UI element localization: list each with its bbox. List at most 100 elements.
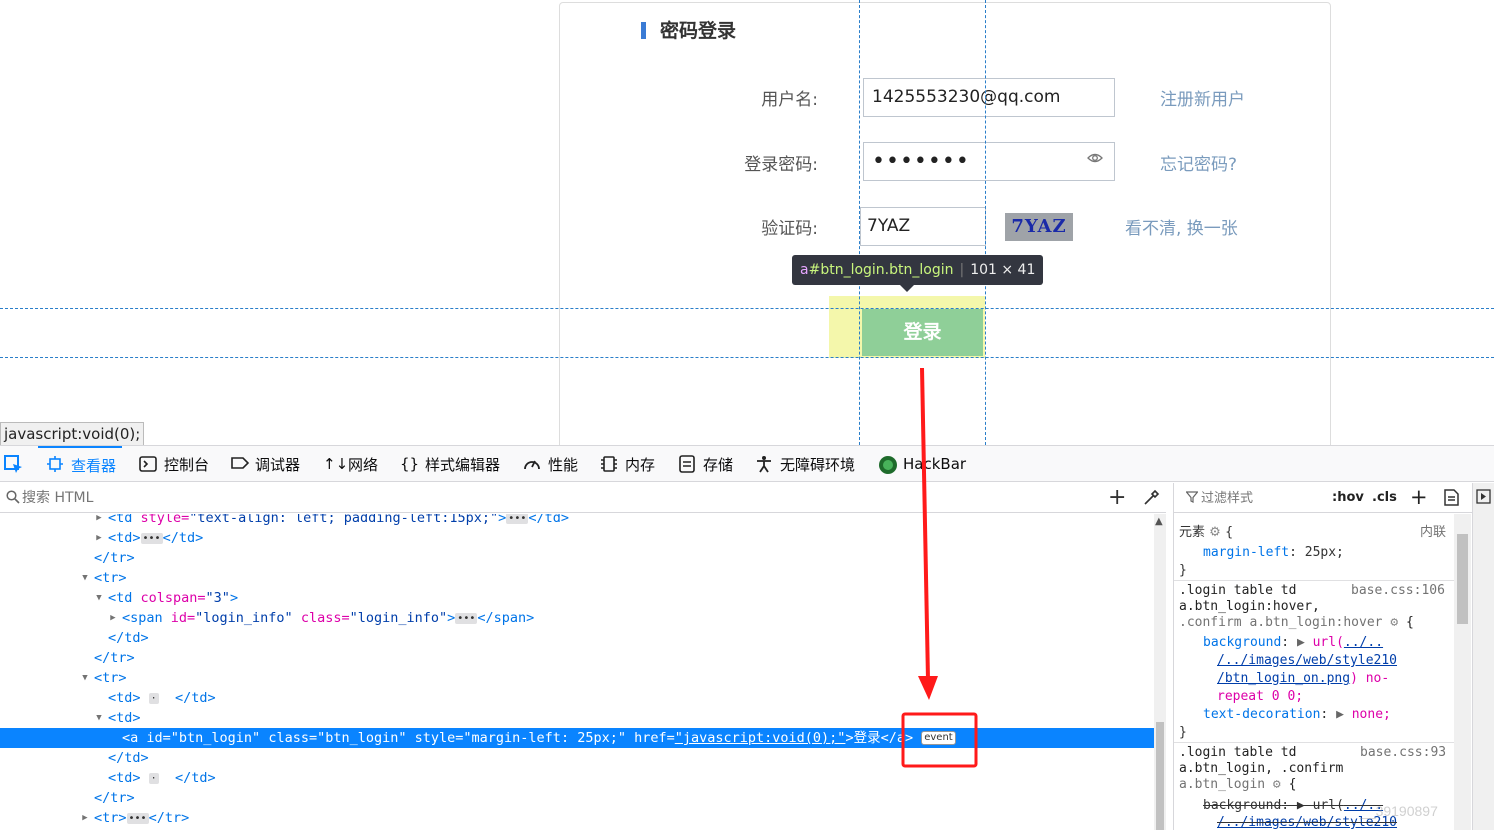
markup-line[interactable]: ▶ <span id="login_info" class="login_inf… [0, 608, 1154, 628]
markup-scrollbar[interactable]: ▲ [1154, 514, 1166, 830]
rule-declaration[interactable]: background: ▶ url(../.. [1203, 634, 1383, 651]
scroll-thumb[interactable] [1457, 534, 1468, 624]
rule-declaration-overridden[interactable]: background: ▶ url(../.. [1203, 797, 1383, 814]
markup-line[interactable]: </td> [0, 748, 1154, 768]
markup-line[interactable]: ▼ <td colspan="3"> [0, 588, 1154, 608]
add-rule-icon[interactable]: + [1410, 485, 1428, 509]
collapsed-ellipsis[interactable]: ••• [140, 532, 163, 544]
tab-label: 无障碍环境 [780, 455, 856, 474]
markup-line[interactable]: ▼ <tr> [0, 568, 1154, 588]
rule-selector[interactable]: a.btn_login ⚙ { [1179, 776, 1296, 793]
tab-label: 控制台 [164, 455, 210, 474]
expand-arrow-icon[interactable]: ▶ [94, 514, 104, 528]
login-button[interactable]: 登录 [862, 309, 983, 356]
rule-declaration[interactable]: text-decoration: ▶ none; [1203, 706, 1391, 723]
rules-toolbar: :hov .cls + [1174, 483, 1472, 513]
username-input[interactable]: 1425553230@qq.com [863, 78, 1115, 117]
rules-scrollbar[interactable] [1454, 514, 1471, 830]
markup-line[interactable]: ▼ <td> [0, 708, 1154, 728]
event-badge[interactable]: event [921, 731, 956, 745]
tab-inspector[interactable]: 查看器 [38, 446, 123, 482]
markup-line[interactable]: </tr> [0, 648, 1154, 668]
rule-selector[interactable]: a.btn_login, .confirm [1179, 760, 1343, 777]
rule-selector[interactable]: .login table td [1179, 582, 1296, 599]
captcha-image[interactable]: 7YAZ [1005, 213, 1073, 241]
add-node-icon[interactable]: + [1108, 487, 1126, 509]
tab-hackbar[interactable]: HackBar [878, 446, 966, 482]
tab-label: 查看器 [71, 456, 117, 475]
rule-source-link[interactable]: base.css:106 [1351, 582, 1445, 599]
rule-close: } [1179, 563, 1187, 578]
markup-line[interactable]: </tr> [0, 548, 1154, 568]
element-picker-icon[interactable] [3, 454, 25, 476]
guide-line-right [985, 0, 986, 445]
markup-line[interactable]: </td> [0, 628, 1154, 648]
debugger-icon [230, 455, 250, 473]
tab-network[interactable]: ↑↓ 网络 [323, 446, 378, 482]
collapse-arrow-icon[interactable]: ▼ [94, 588, 104, 608]
password-input[interactable]: ••••••• [863, 142, 1115, 181]
style-editor-icon: {} [400, 455, 420, 473]
refresh-captcha-link[interactable]: 看不清, 换一张 [1125, 214, 1238, 239]
title-accent-bar [641, 22, 646, 39]
eyedropper-icon[interactable] [1143, 488, 1161, 506]
eye-icon[interactable] [1087, 152, 1103, 164]
collapsed-ellipsis[interactable]: ••• [126, 812, 149, 824]
whitespace-node[interactable]: · [148, 692, 159, 704]
markup-line[interactable]: ▶ <td style="text-align: left; padding-l… [0, 514, 1154, 528]
devtools-toolbar: 查看器 控制台 调试器 ↑↓ 网络 {} 样式编辑器 性能 内存 存储 无障碍环… [0, 446, 1494, 482]
class-toggle[interactable]: .cls [1372, 490, 1397, 505]
inline-source: 内联 [1420, 525, 1447, 540]
html-search-input[interactable] [22, 487, 922, 509]
collapsed-ellipsis[interactable]: ••• [455, 612, 478, 624]
collapse-arrow-icon[interactable]: ▼ [80, 668, 90, 688]
sidebar-toggle-strip[interactable] [1472, 483, 1494, 830]
scroll-up-icon[interactable]: ▲ [1155, 516, 1163, 527]
element-tooltip: a#btn_login.btn_login | 101 × 41 [792, 255, 1044, 285]
hover-state-toggle[interactable]: :hov [1332, 490, 1364, 505]
tab-accessibility[interactable]: 无障碍环境 [755, 446, 855, 482]
tab-memory[interactable]: 内存 [600, 446, 655, 482]
rule-declaration[interactable]: margin-left: 25px; [1203, 544, 1344, 561]
collapse-arrow-icon[interactable]: ▼ [80, 568, 90, 588]
markup-line-selected[interactable]: <a id="btn_login" class="btn_login" styl… [0, 728, 1154, 748]
captcha-input[interactable]: 7YAZ [860, 207, 986, 246]
whitespace-node[interactable]: · [148, 772, 159, 784]
rules-panel: :hov .cls + 元素 ⚙ { 内联 margin-left: 25px;… [1173, 483, 1472, 830]
tab-console[interactable]: 控制台 [139, 446, 209, 482]
tab-storage[interactable]: 存储 [678, 446, 733, 482]
expand-arrow-icon[interactable]: ▶ [94, 528, 104, 548]
sidebar-toggle-icon[interactable] [1476, 489, 1491, 504]
tab-style-editor[interactable]: {} 样式编辑器 [400, 446, 500, 482]
markup-line[interactable]: ▶ <tr> ••• </tr> [0, 808, 1154, 828]
markup-tree: ▶ <td style="text-align: left; padding-l… [0, 514, 1154, 830]
rule-selector[interactable]: .login table td [1179, 744, 1296, 761]
markup-line[interactable]: <td> · </td> [0, 688, 1154, 708]
rule-selector[interactable]: a.btn_login:hover, [1179, 598, 1320, 615]
tooltip-arrow [900, 285, 914, 292]
scroll-thumb[interactable] [1156, 722, 1164, 830]
rule-selector[interactable]: .confirm a.btn_login:hover ⚙ { [1179, 614, 1414, 631]
search-icon [6, 490, 20, 504]
tab-performance[interactable]: 性能 [523, 446, 578, 482]
tab-label: 调试器 [255, 455, 301, 474]
expand-arrow-icon[interactable]: ▶ [108, 608, 118, 628]
tab-label: 样式编辑器 [425, 455, 501, 474]
markup-line[interactable]: ▶ <td> ••• </td> [0, 528, 1154, 548]
forgot-password-link[interactable]: 忘记密码? [1160, 150, 1237, 175]
tooltip-selector: #btn_login.btn_login [808, 262, 954, 278]
tab-debugger[interactable]: 调试器 [230, 446, 300, 482]
rule-url-line[interactable]: /btn_login_on.png) no- [1217, 670, 1389, 687]
markup-line[interactable]: <td> · </td> [0, 768, 1154, 788]
collapsed-ellipsis[interactable]: ••• [506, 514, 529, 524]
rule-source-link[interactable]: base.css:93 [1360, 744, 1446, 761]
markup-line[interactable]: ▼ <tr> [0, 668, 1154, 688]
filter-styles-input[interactable] [1201, 488, 1321, 508]
rule-url-line[interactable]: /../images/web/style210 [1217, 652, 1397, 669]
gear-icon: ⚙ [1209, 525, 1221, 540]
print-media-icon[interactable] [1444, 489, 1459, 506]
register-link[interactable]: 注册新用户 [1160, 85, 1245, 110]
collapse-arrow-icon[interactable]: ▼ [94, 708, 104, 728]
markup-line[interactable]: </tr> [0, 788, 1154, 808]
expand-arrow-icon[interactable]: ▶ [80, 808, 90, 828]
